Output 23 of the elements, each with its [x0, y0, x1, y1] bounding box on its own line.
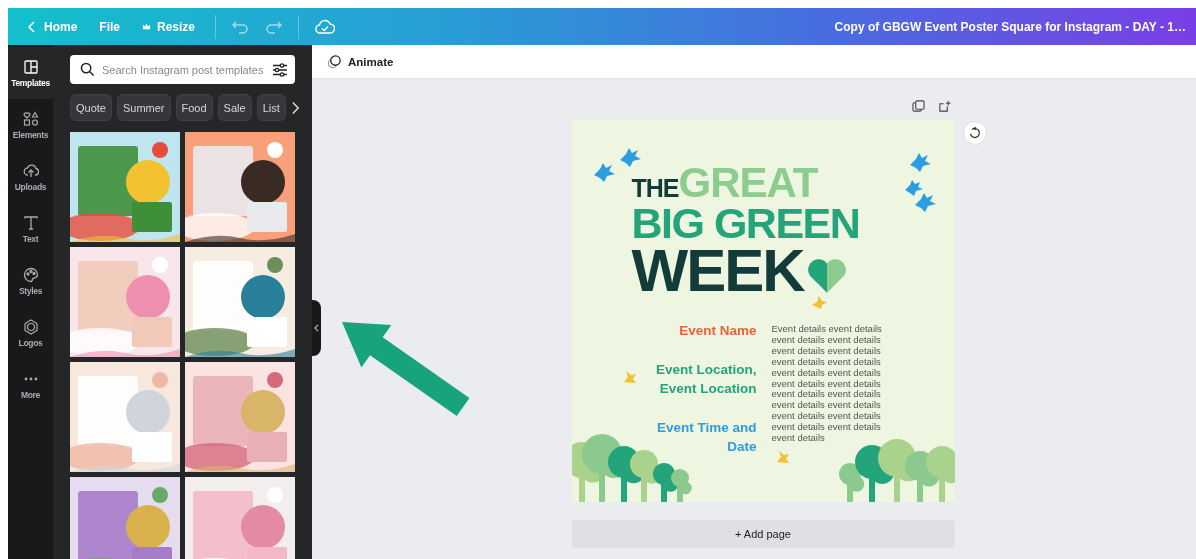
- add-page-button[interactable]: + Add page: [571, 520, 955, 548]
- event-details: Event details event details event details event details event details event details event details event details event details event details event details event details event details event details event details event details event details event details event details event details event details: [771, 322, 882, 446]
- poster-title: THE: [631, 176, 679, 201]
- rail-item[interactable]: Elements: [8, 99, 53, 151]
- document-title[interactable]: Copy of GBGW Event Poster Square for Instagram - DAY - 1…: [834, 19, 1186, 34]
- category-chip[interactable]: Food: [175, 94, 213, 121]
- event-label: Event Location, Event Location: [656, 361, 757, 398]
- search-input[interactable]: Search Instagram post templates: [102, 63, 265, 76]
- rail-item[interactable]: Styles: [8, 255, 53, 307]
- category-chip[interactable]: Quote: [70, 94, 112, 121]
- rail-item[interactable]: Templates: [8, 47, 53, 99]
- rail-item[interactable]: More: [8, 359, 53, 411]
- rail-item[interactable]: Logos: [8, 307, 53, 359]
- event-label: Event Time and Date: [656, 419, 757, 456]
- category-chip[interactable]: Sale: [217, 94, 252, 121]
- event-label: Event Name: [679, 322, 757, 340]
- rail-item[interactable]: Uploads: [8, 151, 53, 203]
- search-field[interactable]: Search Instagram post templates: [70, 55, 295, 84]
- poster-title: GREAT: [678, 162, 818, 204]
- category-chip[interactable]: List: [256, 94, 286, 121]
- category-chip[interactable]: Summer: [116, 94, 171, 121]
- rail-item[interactable]: Text: [8, 203, 53, 255]
- animate-button[interactable]: Animate: [321, 53, 400, 70]
